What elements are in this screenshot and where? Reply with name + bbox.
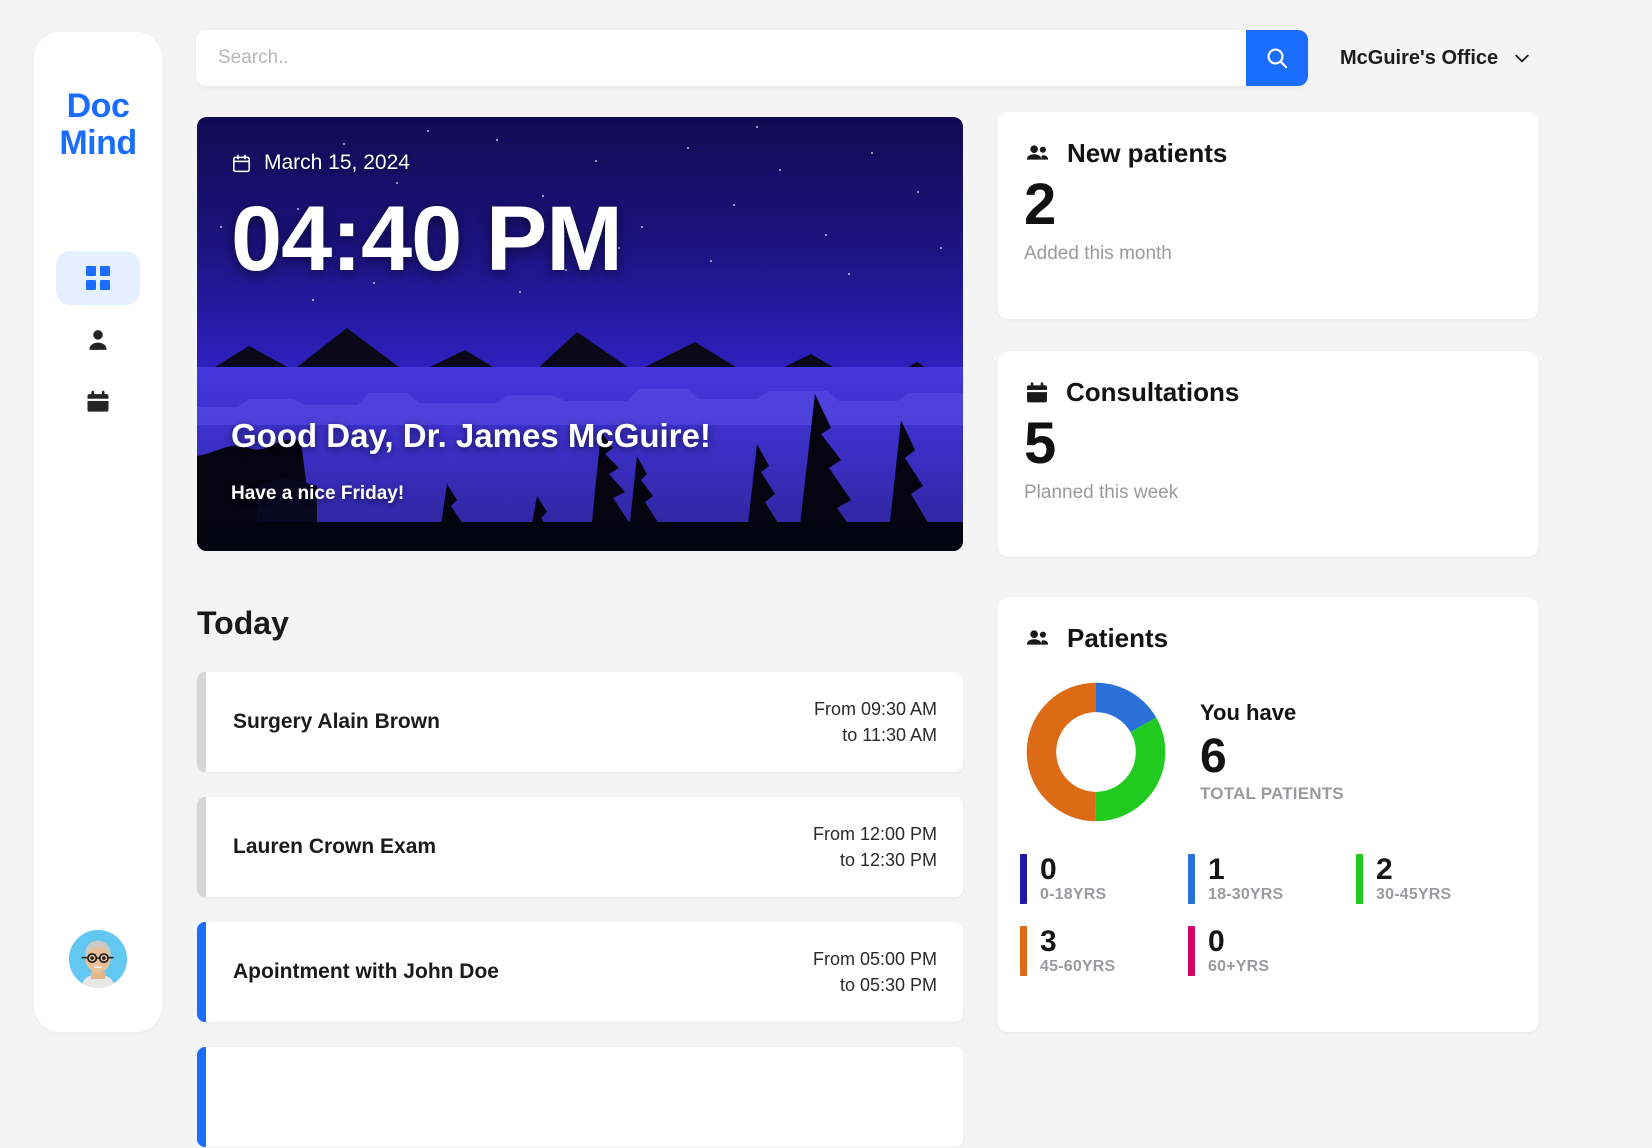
office-selector[interactable]: McGuire's Office <box>1340 47 1532 70</box>
appointment-times: From 05:00 PM to 05:30 PM <box>813 946 937 998</box>
today-appointment-list: Surgery Alain Brown From 09:30 AM to 11:… <box>197 672 963 1148</box>
card-title: Patients <box>1067 623 1169 653</box>
legend-color-swatch <box>1188 925 1195 976</box>
hero-date-text: March 15, 2024 <box>264 151 410 174</box>
patients-body: You have 6 TOTAL PATIENTS <box>998 654 1538 824</box>
appointment-to: to 11:30 AM <box>842 725 937 745</box>
legend-color-swatch <box>1188 854 1195 904</box>
card-header: Consultations <box>998 351 1538 408</box>
patients-donut-chart <box>1026 682 1166 822</box>
appointment-from: From 12:00 PM <box>812 823 937 844</box>
legend-label: 45-60YRS <box>1040 957 1116 975</box>
grid-icon <box>86 266 110 291</box>
appointment-title: Apointment with John Doe <box>233 960 499 983</box>
new-patients-caption: Added this month <box>1024 242 1172 264</box>
legend-color-swatch <box>1356 854 1363 904</box>
legend-color-swatch <box>1020 925 1027 976</box>
appointment-from: From 05:00 PM <box>812 948 937 969</box>
appointment-title: Lauren Crown Exam <box>233 835 437 858</box>
legend-item-30-45YRS: 2 30-45YRS <box>1356 854 1524 904</box>
hero-date: March 15, 2024 <box>231 151 929 175</box>
sidebar-nav <box>34 251 162 429</box>
legend-label: 0-18YRS <box>1040 885 1107 903</box>
calendar-icon <box>87 391 109 413</box>
chevron-down-icon <box>1515 54 1529 63</box>
appointment-row[interactable]: Apointment with John Doe From 05:00 PM t… <box>197 922 963 1022</box>
search-input[interactable] <box>196 30 1246 86</box>
top-bar: McGuire's Office <box>196 30 1616 86</box>
appointment-title: Surgery Alain Brown <box>233 710 440 733</box>
search-button[interactable] <box>1246 30 1308 86</box>
appointment-row[interactable]: Surgery Alain Brown From 09:30 AM to 11:… <box>197 672 963 772</box>
legend-item-18-30YRS: 1 18-30YRS <box>1188 854 1356 904</box>
legend-label: 60+YRS <box>1208 957 1270 975</box>
hero-subtitle: Have a nice Friday! <box>231 483 405 504</box>
card-title: Consultations <box>1066 377 1240 407</box>
legend-item-45-60YRS: 3 45-60YRS <box>1020 924 1188 976</box>
search-icon <box>1267 48 1288 69</box>
total-patients-value: 6 <box>1200 730 1227 784</box>
legend-color-swatch <box>1020 854 1027 904</box>
legend-value: 1 <box>1208 853 1225 886</box>
office-label: McGuire's Office <box>1340 46 1499 69</box>
doctor-avatar <box>69 930 127 988</box>
appointment-from: From 09:30 AM <box>813 698 937 719</box>
sidebar: Doc Mind <box>34 32 162 1032</box>
hero-greeting: Good Day, Dr. James McGuire! <box>231 417 711 454</box>
hero-content: March 15, 2024 04:40 PM Good Day, Dr. Ja… <box>197 117 963 551</box>
patients-legend: 0 0-18YRS 1 18-30YRS 2 30-45YRS 3 45-60YRS 0 60+Y… <box>998 824 1538 976</box>
card-consultations: Consultations 5 Planned this week <box>998 351 1538 557</box>
consultations-caption: Planned this week <box>1024 481 1179 503</box>
consultations-value: 5 <box>1024 411 1057 476</box>
legend-value: 0 <box>1208 924 1225 958</box>
legend-value: 3 <box>1040 924 1057 958</box>
appointment-to: to 05:30 PM <box>839 975 937 995</box>
logo-line-2: Mind <box>59 123 137 162</box>
legend-value: 0 <box>1040 853 1057 886</box>
appointment-times: From 09:30 AM to 11:30 AM <box>814 696 937 748</box>
legend-label: 30-45YRS <box>1376 885 1452 903</box>
legend-value: 2 <box>1376 853 1393 886</box>
card-header: Patients <box>998 597 1538 654</box>
app-logo[interactable]: Doc Mind <box>59 87 137 162</box>
legend-item-60+YRS: 0 60+YRS <box>1188 924 1356 976</box>
appointment-row-partial[interactable] <box>197 1047 963 1147</box>
calendar-icon <box>233 153 250 172</box>
logo-line-1: Doc <box>66 87 130 125</box>
new-patients-value: 2 <box>1024 172 1057 237</box>
sidebar-item-dashboard[interactable] <box>56 251 140 306</box>
calendar-icon <box>1027 381 1047 402</box>
appointment-times: From 12:00 PM to 12:30 PM <box>813 821 937 873</box>
avatar-wrap[interactable] <box>69 930 127 988</box>
card-title: New patients <box>1067 138 1228 168</box>
people-icon <box>1026 630 1049 645</box>
hero-banner: March 15, 2024 04:40 PM Good Day, Dr. Ja… <box>197 117 963 551</box>
you-have-label: You have <box>1200 700 1297 726</box>
patients-totals: You have 6 TOTAL PATIENTS <box>1194 700 1344 804</box>
search-bar <box>196 30 1308 86</box>
appointment-to: to 12:30 PM <box>839 850 937 870</box>
sidebar-item-calendar[interactable] <box>56 375 140 429</box>
card-patients: Patients You have 6 TOTAL PATIENTS 0 0-18… <box>998 597 1538 1032</box>
appointment-row[interactable]: Lauren Crown Exam From 12:00 PM to 12:30… <box>197 797 963 897</box>
app-root: Doc Mind Search.. McGuire's Office March… <box>0 0 1652 1148</box>
card-header: New patients <box>998 112 1538 169</box>
today-heading: Today <box>197 605 289 641</box>
total-patients-caption: TOTAL PATIENTS <box>1200 783 1344 803</box>
card-new-patients: New patients 2 Added this month <box>998 112 1538 319</box>
legend-label: 18-30YRS <box>1208 885 1284 903</box>
person-icon <box>89 330 107 351</box>
sidebar-item-patients[interactable] <box>56 313 140 367</box>
legend-item-0-18YRS: 0 0-18YRS <box>1020 854 1188 904</box>
people-icon <box>1026 145 1049 160</box>
hero-clock: 04:40 PM <box>231 188 623 290</box>
